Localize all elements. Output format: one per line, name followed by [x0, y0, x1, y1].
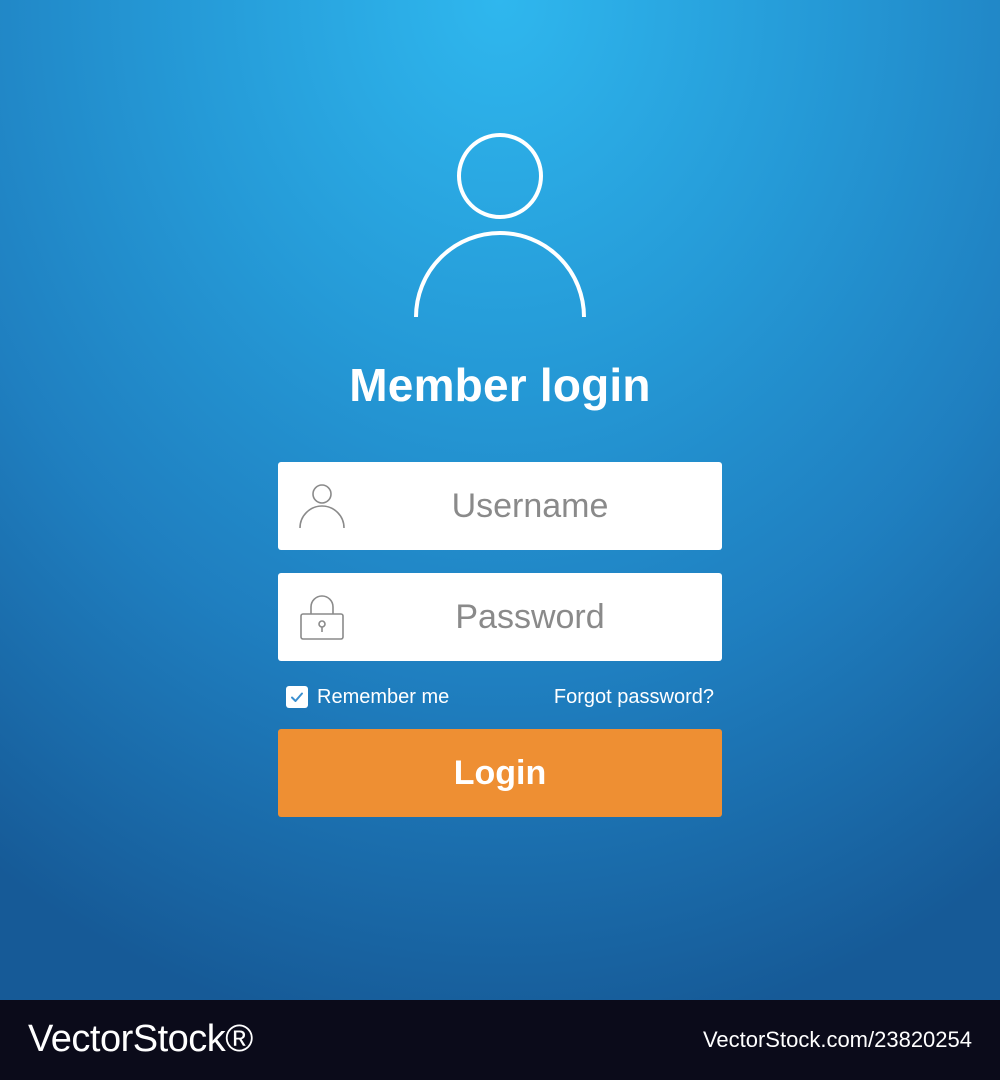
password-field[interactable] — [278, 573, 722, 661]
login-screen: Member login Remember me Forgot password… — [0, 0, 1000, 1000]
brand-logo: VectorStock® — [28, 1018, 253, 1060]
remember-me-toggle[interactable]: Remember me — [286, 682, 449, 712]
user-avatar-icon — [414, 133, 586, 318]
user-icon — [299, 484, 345, 529]
password-input[interactable] — [358, 573, 702, 661]
page-title: Member login — [349, 359, 651, 411]
forgot-password-link[interactable]: Forgot password? — [554, 682, 714, 712]
padlock-icon — [300, 595, 344, 640]
watermark-footer: VectorStock® VectorStock.com/23820254 — [0, 1000, 1000, 1080]
remember-me-label: Remember me — [317, 686, 450, 708]
username-field[interactable] — [278, 462, 722, 550]
username-input[interactable] — [358, 462, 702, 550]
image-id: VectorStock.com/23820254 — [702, 1027, 972, 1052]
login-button[interactable]: Login — [278, 729, 722, 817]
checkmark-icon — [291, 692, 303, 702]
remember-me-checkbox[interactable] — [286, 686, 308, 708]
login-options: Remember me Forgot password? — [286, 682, 714, 712]
